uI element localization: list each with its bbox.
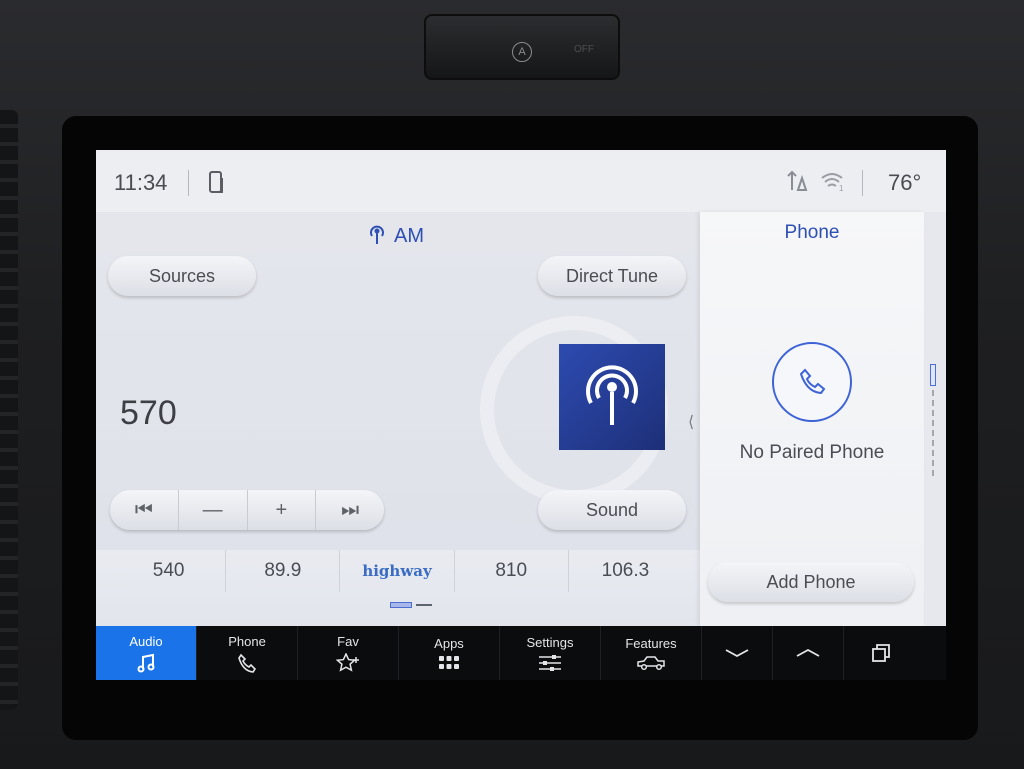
chevron-down-icon	[725, 649, 749, 658]
nav-features[interactable]: Features	[601, 626, 702, 680]
scrollbar-track	[932, 390, 935, 476]
page-indicator	[416, 604, 432, 606]
nav-cards-button[interactable]	[844, 626, 918, 680]
navigation-status-icon	[786, 170, 808, 199]
nav-audio-label: Audio	[129, 633, 163, 649]
preset-4[interactable]: 810	[455, 550, 569, 592]
current-frequency: 570	[120, 394, 177, 432]
air-vent	[0, 110, 18, 710]
phone-status-icon	[208, 170, 228, 201]
tune-up-icon[interactable]: +	[248, 490, 317, 530]
direct-tune-button[interactable]: Direct Tune	[538, 256, 686, 296]
nav-fav[interactable]: Fav	[298, 626, 399, 680]
auto-start-stop-icon: A	[512, 42, 532, 62]
nav-collapse-button[interactable]	[702, 626, 773, 680]
outside-temperature: 76°	[888, 170, 922, 195]
phone-panel: Phone No Paired Phone Add Phone	[700, 212, 924, 626]
preset-3[interactable]: highway	[340, 550, 455, 592]
audio-panel: AM Sources Direct Tune 570 ⟨ ⏮ — + ⏭ Sou…	[96, 212, 700, 550]
tuning-controls: ⏮ — + ⏭	[110, 490, 384, 530]
nav-audio[interactable]: Audio	[96, 626, 197, 680]
band-label: AM	[394, 224, 424, 247]
off-indicator: OFF	[574, 44, 594, 55]
phone-status-text: No Paired Phone	[739, 442, 885, 463]
status-bar: 11:34 1 76°	[96, 150, 946, 212]
preset-bar: 540 89.9 highway 810 106.3	[96, 550, 700, 626]
sliders-icon	[539, 654, 561, 671]
phone-circle	[772, 342, 852, 422]
screen-lower-bezel	[96, 680, 946, 730]
preset-1[interactable]: 540	[112, 550, 227, 592]
seek-back-icon[interactable]: ⏮	[110, 490, 179, 530]
preset-2[interactable]: 89.9	[226, 550, 341, 592]
nav-settings[interactable]: Settings	[500, 626, 601, 680]
nav-apps[interactable]: Apps	[399, 626, 500, 680]
antenna-icon	[368, 223, 386, 250]
star-plus-icon	[336, 652, 359, 672]
auto-start-stop-button[interactable]: A OFF	[424, 14, 620, 80]
phone-icon	[238, 653, 257, 673]
nav-features-label: Features	[625, 635, 677, 651]
add-phone-button[interactable]: Add Phone	[708, 562, 914, 602]
truck-icon	[637, 655, 665, 670]
wifi-icon: 1	[820, 170, 846, 197]
status-divider	[862, 170, 863, 196]
music-note-icon	[137, 653, 155, 672]
scrollbar-thumb[interactable]	[930, 364, 936, 386]
clock: 11:34	[114, 170, 168, 195]
preset-page-indicator[interactable]	[390, 602, 432, 608]
sources-button[interactable]: Sources	[108, 256, 256, 296]
band-indicator: AM	[368, 222, 424, 250]
phone-panel-title: Phone	[784, 222, 840, 243]
nav-phone[interactable]: Phone	[197, 626, 298, 680]
nav-settings-label: Settings	[526, 634, 574, 650]
nav-apps-label: Apps	[434, 635, 464, 651]
apps-grid-icon	[439, 655, 459, 669]
tune-down-icon[interactable]: —	[179, 490, 248, 530]
seek-forward-icon[interactable]: ⏭	[316, 490, 384, 530]
status-divider	[188, 170, 189, 196]
expand-panel-icon[interactable]: ⟨	[688, 412, 694, 432]
bottom-nav: Audio Phone Fav Apps Settings Features	[96, 626, 946, 680]
nav-fav-label: Fav	[337, 633, 359, 649]
highway-station-logo: highway	[362, 562, 432, 580]
page-indicator-active	[390, 602, 412, 608]
nav-expand-button[interactable]	[773, 626, 844, 680]
infotainment-screen: 11:34 1 76° AM Sources Direct Tune 570 ⟨…	[96, 150, 946, 680]
nav-phone-label: Phone	[228, 633, 266, 649]
svg-text:1: 1	[839, 184, 844, 192]
sound-button[interactable]: Sound	[538, 490, 686, 530]
panel-scrollbar[interactable]	[930, 364, 936, 476]
chevron-up-icon	[796, 648, 820, 657]
station-art	[559, 344, 665, 450]
phone-icon	[799, 368, 826, 395]
radio-broadcast-icon	[586, 365, 638, 425]
cards-stack-icon	[872, 644, 890, 662]
preset-5[interactable]: 106.3	[569, 550, 682, 592]
